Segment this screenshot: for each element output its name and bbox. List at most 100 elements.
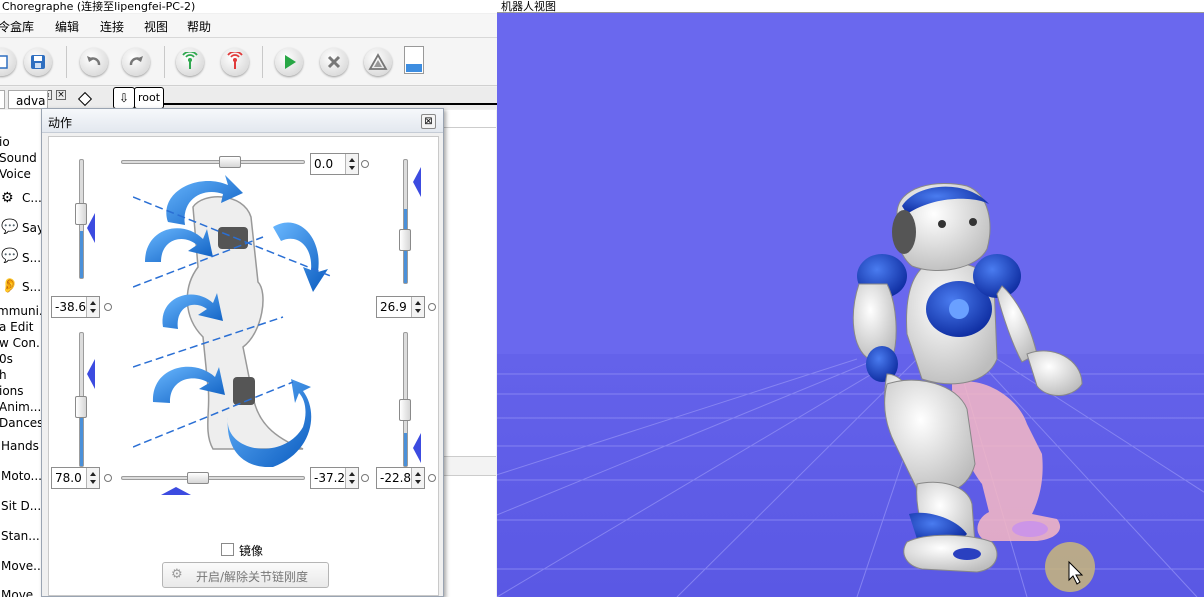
list-item[interactable]: h <box>0 368 7 382</box>
marker-icon <box>161 487 191 495</box>
motion-dialog: 动作 ⊠ 0.0 -38.6 78.0 26.9 -22.8 -37.2 镜像 … <box>41 108 444 597</box>
list-item[interactable]: Sound <box>0 151 37 165</box>
left-pitch-spinbox[interactable]: -38.6 <box>51 296 100 318</box>
save-button[interactable] <box>24 48 52 76</box>
right-upper-slider[interactable] <box>403 159 408 284</box>
reset-ring-icon[interactable] <box>428 474 436 482</box>
menu-help[interactable]: 帮助 <box>187 18 211 35</box>
reset-ring-icon[interactable] <box>428 303 436 311</box>
list-item[interactable]: Dances <box>0 416 43 430</box>
spin-arrows-icon[interactable] <box>411 297 424 317</box>
dialog-close-button[interactable]: ⊠ <box>421 114 436 129</box>
list-item[interactable]: a Edit <box>0 320 33 334</box>
panel-tab-row: ▫ × ⇩ root adva <box>0 87 497 109</box>
list-item[interactable]: S... <box>22 251 41 265</box>
list-item[interactable]: ions <box>0 384 24 398</box>
reset-ring-icon[interactable] <box>361 474 369 482</box>
reset-ring-icon[interactable] <box>104 474 112 482</box>
connect-button[interactable] <box>176 48 204 76</box>
menu-connect[interactable]: 连接 <box>100 18 124 35</box>
ankle-spinbox[interactable]: -37.2 <box>310 467 359 489</box>
robot-view-panel: 机器人视图 <box>497 0 1204 597</box>
menu-view[interactable]: 视图 <box>144 18 168 35</box>
new-icon <box>0 55 8 69</box>
stop-button[interactable] <box>320 48 348 76</box>
disconnect-icon <box>227 52 243 69</box>
breadcrumb-root[interactable]: root <box>134 87 164 109</box>
menu-edit[interactable]: 编辑 <box>55 18 79 35</box>
redo-icon <box>129 56 143 66</box>
list-item[interactable]: mmuni... <box>0 304 43 318</box>
mirror-label: 镜像 <box>239 544 264 558</box>
list-item[interactable]: Anim... <box>0 400 41 414</box>
left-lower-slider-thumb[interactable] <box>75 396 87 418</box>
disconnect-button[interactable] <box>221 48 249 76</box>
list-item[interactable]: Move... <box>1 588 43 597</box>
list-item[interactable]: Sit D... <box>1 499 41 513</box>
hip-left-spinbox[interactable]: 78.0 <box>51 467 100 489</box>
list-item[interactable]: Moto... <box>1 469 42 483</box>
list-item[interactable]: w Con... <box>0 336 43 350</box>
redo-button[interactable] <box>122 48 150 76</box>
stop-icon <box>327 55 341 69</box>
joint-motor-icon <box>218 227 248 249</box>
box-library-list: io Sound Voice ⚙ C... 💬 Say 💬 S... 👂 S..… <box>0 110 44 597</box>
ear-icon: 👂 <box>1 278 19 294</box>
close-icon[interactable]: × <box>56 90 66 100</box>
play-icon <box>285 55 296 69</box>
list-item[interactable]: C... <box>22 191 42 205</box>
play-button[interactable] <box>275 48 303 76</box>
choregraphe-window: Choregraphe (连接至lipengfei-PC-2) 令盒库 编辑 连… <box>0 0 497 597</box>
list-item[interactable]: Move... <box>1 559 43 573</box>
list-item[interactable]: 0s <box>0 352 13 366</box>
floor <box>497 354 1204 597</box>
right-pitch-spinbox[interactable]: 26.9 <box>376 296 425 318</box>
volume-slider[interactable] <box>404 46 424 74</box>
list-item[interactable]: Hands <box>1 439 39 453</box>
marker-icon <box>413 433 421 463</box>
ankle-slider-thumb[interactable] <box>187 472 209 484</box>
list-item[interactable]: io <box>0 135 10 149</box>
right-pitch-value: 26.9 <box>380 300 407 314</box>
ankle-slider[interactable] <box>121 476 305 480</box>
spin-arrows-icon[interactable] <box>345 468 358 488</box>
reset-ring-icon[interactable] <box>361 160 369 168</box>
left-upper-slider-thumb[interactable] <box>75 203 87 225</box>
parent-level-icon[interactable]: ⇩ <box>113 87 135 109</box>
undo-button[interactable] <box>80 48 108 76</box>
connect-icon <box>182 52 198 69</box>
robot-3d-view[interactable] <box>497 14 1204 597</box>
spin-arrows-icon[interactable] <box>411 468 424 488</box>
list-item[interactable]: S... <box>22 280 41 294</box>
hip-right-value: -22.8 <box>380 471 412 485</box>
debug-icon <box>368 53 388 70</box>
tab-fragment[interactable] <box>0 90 5 109</box>
divider <box>444 127 496 128</box>
left-pitch-value: -38.6 <box>55 300 87 314</box>
hip-left-value: 78.0 <box>55 471 82 485</box>
right-upper-slider-thumb[interactable] <box>399 229 411 251</box>
toolbar-separator <box>262 46 263 78</box>
ankle-value: -37.2 <box>314 471 346 485</box>
tab-advanced[interactable]: adva <box>8 90 48 109</box>
new-button[interactable] <box>0 48 16 76</box>
mirror-checkbox[interactable] <box>221 543 234 556</box>
toolbar-separator <box>66 46 67 78</box>
menu-box-library[interactable]: 令盒库 <box>0 18 34 35</box>
reset-ring-icon[interactable] <box>104 303 112 311</box>
list-item[interactable]: Voice <box>0 167 31 181</box>
joint-illustration <box>133 175 334 467</box>
list-item[interactable]: Stan... <box>1 529 40 543</box>
spin-arrows-icon[interactable] <box>86 297 99 317</box>
diagram-pane-edge <box>444 110 496 597</box>
head-yaw-slider[interactable] <box>121 160 305 164</box>
toolbar <box>0 38 497 86</box>
spin-arrows-icon[interactable] <box>86 468 99 488</box>
speech-bubble-icon: 💬 <box>1 219 19 235</box>
hip-right-spinbox[interactable]: -22.8 <box>376 467 425 489</box>
marker-icon <box>87 359 95 389</box>
debug-button[interactable] <box>364 48 392 76</box>
right-lower-slider-thumb[interactable] <box>399 399 411 421</box>
stiffness-toggle-button[interactable]: ⚙ 开启/解除关节链刚度 <box>162 562 329 588</box>
diagram-node-icon <box>77 91 93 107</box>
